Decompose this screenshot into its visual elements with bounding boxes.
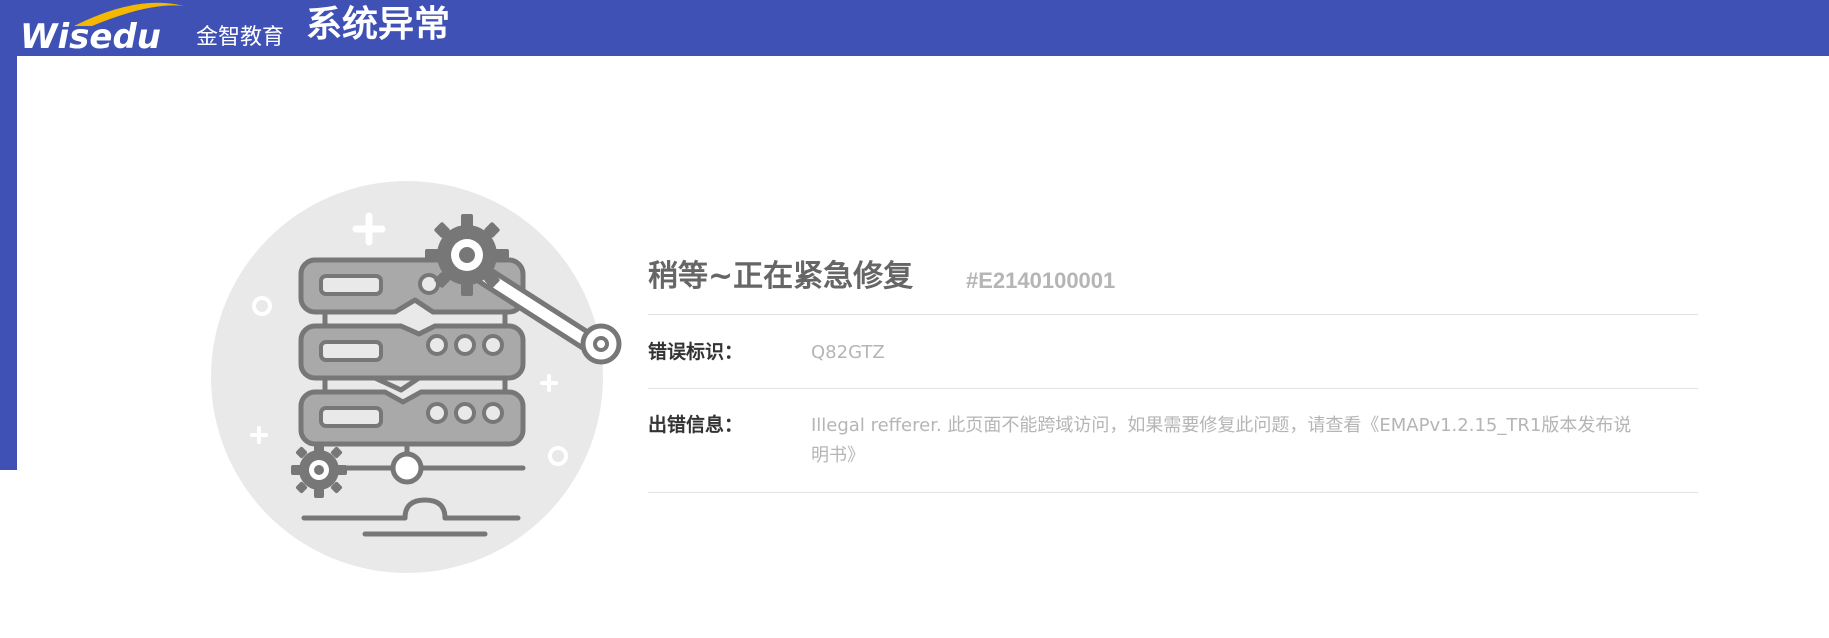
server-base-node	[390, 451, 424, 485]
error-message-row: 出错信息： Illegal refferer. 此页面不能跨域访问，如果需要修复…	[648, 389, 1698, 493]
gear-icon	[425, 214, 509, 296]
app-header: Wisedu 金智教育 系统异常	[0, 0, 1829, 56]
error-message-value: Illegal refferer. 此页面不能跨域访问，如果需要修复此问题，请查…	[811, 415, 1632, 466]
error-code: #E2140100001	[966, 268, 1116, 293]
broken-server-repair-icon	[211, 181, 622, 573]
error-panel: 稍等~正在紧急修复 #E2140100001 错误标识： Q82GTZ 出错信息…	[648, 245, 1698, 493]
small-gear-icon	[291, 442, 347, 498]
error-message-label: 出错信息：	[648, 414, 744, 436]
wisedu-logo: Wisedu	[20, 2, 184, 54]
error-id-value: Q82GTZ	[811, 342, 885, 363]
error-id-row: 错误标识： Q82GTZ	[648, 315, 1698, 389]
error-header: 稍等~正在紧急修复 #E2140100001	[648, 245, 1698, 315]
error-title: 稍等~正在紧急修复	[648, 259, 914, 294]
logo-text: Wisedu	[20, 17, 161, 54]
error-id-label: 错误标识：	[648, 341, 744, 363]
page-title: 系统异常	[306, 4, 451, 45]
brand-name: 金智教育	[196, 25, 285, 50]
